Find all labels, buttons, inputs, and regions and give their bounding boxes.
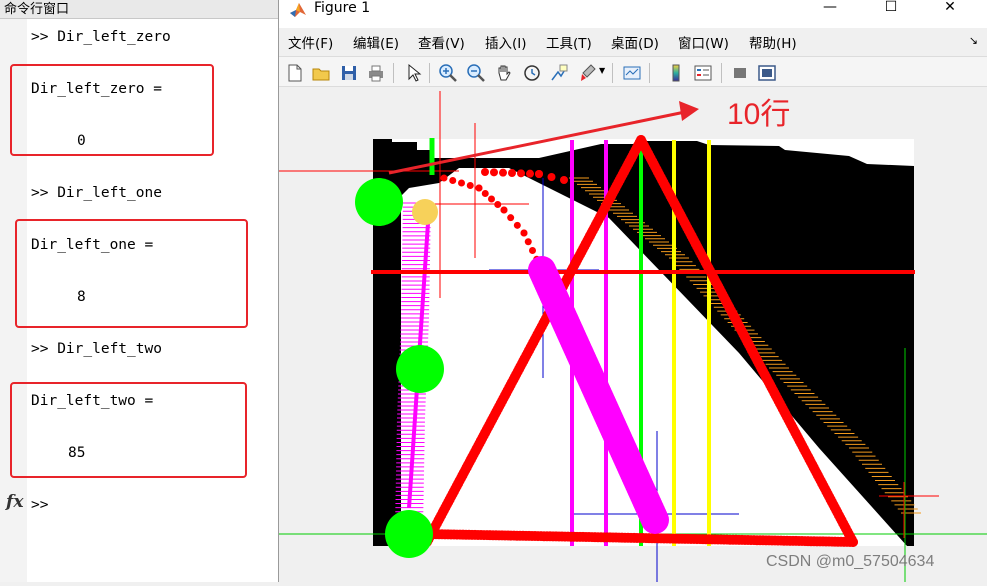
arc-dot: [508, 169, 516, 177]
toolbar-separator: [612, 63, 613, 83]
new-figure-icon[interactable]: [285, 63, 305, 83]
zoom-out-icon[interactable]: [466, 63, 486, 83]
link-plot-icon[interactable]: [622, 63, 642, 83]
open-folder-icon[interactable]: [311, 63, 331, 83]
arc-dot: [475, 184, 483, 192]
toolbar-separator: [429, 63, 430, 83]
menu-help[interactable]: 帮助(H): [749, 32, 797, 52]
figure-menubar: 文件(F) 编辑(E) 查看(V) 插入(I) 工具(T) 桌面(D) 窗口(W…: [279, 28, 987, 54]
toolbar-separator: [393, 63, 394, 83]
green-circle-marker: [385, 510, 433, 558]
close-button[interactable]: ✕: [927, 0, 973, 18]
variable-name-line: Dir_left_two =: [31, 393, 154, 409]
arc-dot: [490, 168, 498, 177]
arc-dot: [560, 176, 568, 184]
print-icon[interactable]: [366, 63, 386, 83]
arc-dot: [440, 174, 448, 182]
save-icon[interactable]: [339, 63, 359, 83]
rotate-3d-icon[interactable]: [522, 63, 542, 83]
toolbar-separator: [721, 63, 722, 83]
legend-icon[interactable]: [693, 63, 713, 83]
yellow-circle-marker: [412, 199, 438, 225]
arc-dot: [500, 206, 508, 214]
figure-toolbar: ▼: [279, 56, 987, 87]
menu-tools[interactable]: 工具(T): [546, 32, 592, 52]
pan-hand-icon[interactable]: [494, 63, 514, 83]
variable-name-line: Dir_left_one =: [31, 237, 154, 253]
command-prompt-line: >> Dir_left_one: [31, 185, 162, 201]
magenta-dot: [641, 506, 669, 534]
highlight-box: [15, 219, 248, 328]
variable-value: 8: [77, 289, 86, 305]
brush-dropdown-icon[interactable]: ▼: [599, 66, 605, 75]
arc-dot: [520, 229, 528, 237]
arc-dot: [547, 173, 556, 181]
arc-dot: [507, 214, 515, 222]
pointer-icon[interactable]: [403, 63, 423, 83]
data-cursor-icon[interactable]: [549, 63, 569, 83]
arc-dot: [526, 169, 534, 178]
arc-dot: [449, 177, 457, 184]
hide-plot-tools-icon[interactable]: [730, 63, 750, 83]
brush-icon[interactable]: [577, 63, 597, 83]
command-window: 命令行窗口 >> Dir_left_zero Dir_left_zero = 0…: [0, 0, 278, 582]
figure-plot-area: 10行: [279, 88, 987, 582]
arc-dot: [499, 168, 507, 177]
show-plot-tools-icon[interactable]: [757, 63, 777, 83]
figure-window: Figure 1 — ☐ ✕ 文件(F) 编辑(E) 查看(V) 插入(I) 工…: [278, 0, 987, 582]
arc-dot: [524, 238, 532, 246]
menu-insert[interactable]: 插入(I): [485, 32, 527, 52]
colorbar-icon[interactable]: [666, 63, 686, 83]
variable-value: 0: [77, 133, 86, 149]
menu-overflow-icon[interactable]: ↘: [969, 34, 978, 47]
green-circle-marker: [396, 345, 444, 393]
menu-desktop[interactable]: 桌面(D): [611, 32, 659, 52]
arc-dot: [517, 169, 525, 178]
fx-function-icon[interactable]: fx: [6, 492, 23, 512]
arc-dot: [488, 195, 495, 203]
arc-dot: [481, 168, 489, 176]
menu-file[interactable]: 文件(F): [288, 32, 333, 52]
command-prompt-line: >> Dir_left_zero: [31, 29, 171, 45]
variable-name-line: Dir_left_zero =: [31, 81, 162, 97]
matlab-logo-icon: [290, 3, 306, 17]
command-window-title: 命令行窗口: [0, 0, 278, 19]
figure-title: Figure 1: [314, 0, 371, 16]
menu-window[interactable]: 窗口(W): [678, 32, 729, 52]
watermark-text: CSDN @m0_57504634: [766, 553, 935, 570]
zoom-in-icon[interactable]: [438, 63, 458, 83]
toolbar-separator: [649, 63, 650, 83]
annotation-arrowhead: [679, 101, 699, 121]
plot-canvas[interactable]: 10行: [279, 88, 987, 582]
menu-edit[interactable]: 编辑(E): [353, 32, 399, 52]
menu-view[interactable]: 查看(V): [418, 32, 465, 52]
highlight-box: [10, 64, 214, 156]
arc-dot: [466, 182, 474, 189]
green-circle-marker: [355, 178, 403, 226]
arc-dot: [481, 190, 489, 197]
command-prompt-line: >> Dir_left_two: [31, 341, 162, 357]
arc-dot: [535, 170, 543, 178]
arc-dot: [513, 221, 521, 229]
minimize-button[interactable]: —: [807, 0, 853, 18]
maximize-button[interactable]: ☐: [868, 0, 914, 18]
annotation-label: 10行: [727, 98, 790, 131]
figure-titlebar: Figure 1 — ☐ ✕: [279, 0, 987, 28]
variable-value: 85: [68, 445, 86, 461]
arc-dot: [458, 179, 465, 187]
command-input-prompt[interactable]: >>: [31, 497, 48, 513]
arc-dot: [494, 201, 502, 208]
arc-dot: [529, 247, 536, 254]
